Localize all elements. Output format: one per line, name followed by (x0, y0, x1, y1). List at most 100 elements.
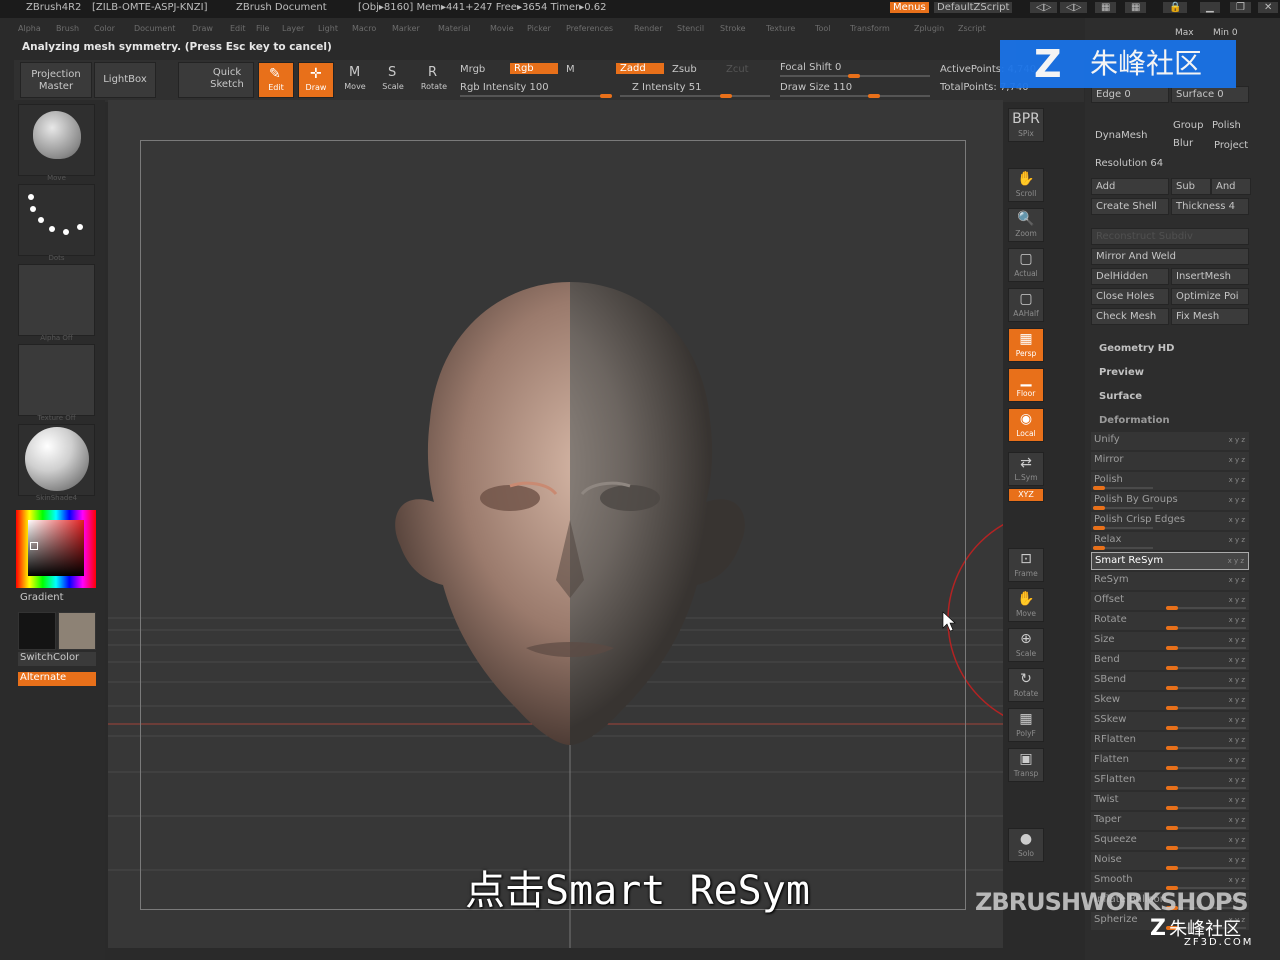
preview-section[interactable]: Preview (1099, 367, 1144, 378)
deform-flatten[interactable]: Flatten x y z (1091, 752, 1249, 770)
secondary-color-swatch[interactable] (58, 612, 96, 650)
axis-toggle-icon[interactable]: x y z (1229, 752, 1245, 768)
menu-color[interactable]: Color (94, 24, 115, 33)
deform-unify[interactable]: Unify x y z (1091, 432, 1249, 450)
tool-scroll-button[interactable]: ✋ Scroll (1008, 168, 1044, 202)
axis-toggle-icon[interactable]: x y z (1228, 553, 1244, 569)
menu-document[interactable]: Document (134, 24, 175, 33)
move-mode-button[interactable]: M Move (338, 62, 372, 98)
deform-mirror[interactable]: Mirror x y z (1091, 452, 1249, 470)
edge-slider[interactable]: Edge 0 (1091, 86, 1169, 103)
rotate-mode-button[interactable]: R Rotate (416, 62, 452, 98)
primary-color-swatch[interactable] (18, 612, 56, 650)
surface-section[interactable]: Surface (1099, 391, 1142, 402)
lock-icon[interactable]: 🔒 (1163, 2, 1188, 13)
axis-toggle-icon[interactable]: x y z (1229, 792, 1245, 808)
deform-rotate[interactable]: Rotate x y z (1091, 612, 1249, 630)
tool-move-button[interactable]: ✋ Move (1008, 588, 1044, 622)
menu-picker[interactable]: Picker (527, 24, 551, 33)
menu-preferences[interactable]: Preferences (566, 24, 613, 33)
alternate-button[interactable]: Alternate (18, 672, 96, 686)
axis-toggle-icon[interactable]: x y z (1229, 672, 1245, 688)
axis-toggle-icon[interactable]: x y z (1229, 652, 1245, 668)
project-button[interactable]: Project (1214, 140, 1248, 151)
menu-zscript[interactable]: Zscript (958, 24, 986, 33)
mrgb-button[interactable]: Mrgb (460, 64, 485, 75)
deform-bend[interactable]: Bend x y z (1091, 652, 1249, 670)
tool-scale-button[interactable]: ⊕ Scale (1008, 628, 1044, 662)
tool-qxyz-button[interactable]: XYZ (1008, 488, 1044, 502)
axis-toggle-icon[interactable]: x y z (1229, 532, 1245, 548)
deform-polish-crisp-edges[interactable]: Polish Crisp Edges x y z (1091, 512, 1249, 530)
mirror-and-weld-button[interactable]: Mirror And Weld (1091, 248, 1249, 265)
deform-slider[interactable] (1093, 546, 1153, 550)
deform-resym[interactable]: ReSym x y z (1091, 572, 1249, 590)
axis-toggle-icon[interactable]: x y z (1229, 512, 1245, 528)
axis-toggle-icon[interactable]: x y z (1229, 472, 1245, 488)
axis-toggle-icon[interactable]: x y z (1229, 712, 1245, 728)
deform-sskew[interactable]: SSkew x y z (1091, 712, 1249, 730)
axis-toggle-icon[interactable]: x y z (1229, 812, 1245, 828)
thickness-slider[interactable]: Thickness 4 (1171, 198, 1249, 215)
close-icon[interactable]: ✕ (1258, 2, 1279, 13)
minimize-icon[interactable]: ▁ (1200, 2, 1220, 13)
m-button[interactable]: M (566, 64, 575, 75)
menu-marker[interactable]: Marker (392, 24, 420, 33)
axis-toggle-icon[interactable]: x y z (1229, 632, 1245, 648)
tool-transp-button[interactable]: ▣ Transp (1008, 748, 1044, 782)
blur-slider[interactable]: Blur (1173, 138, 1193, 149)
quick-sketch-button[interactable]: Quick Sketch (178, 62, 254, 98)
layout-icon-2[interactable]: ◁▷ (1060, 2, 1088, 13)
menus-button[interactable]: Menus (890, 2, 929, 13)
lightbox-button[interactable]: LightBox (94, 62, 156, 98)
optimize-points-button[interactable]: Optimize Poi (1171, 288, 1249, 305)
deform-smart-resym[interactable]: Smart ReSym x y z (1091, 552, 1249, 570)
tool-persp-button[interactable]: ▦ Persp (1008, 328, 1044, 362)
menu-draw[interactable]: Draw (192, 24, 213, 33)
tool-rotate-button[interactable]: ↻ Rotate (1008, 668, 1044, 702)
axis-toggle-icon[interactable]: x y z (1229, 612, 1245, 628)
draw-button[interactable]: ✛ Draw (298, 62, 334, 98)
deform-noise[interactable]: Noise x y z (1091, 852, 1249, 870)
zsub-button[interactable]: Zsub (672, 64, 697, 75)
scale-mode-button[interactable]: S Scale (376, 62, 410, 98)
stroke-thumbnail[interactable] (18, 184, 95, 256)
deform-slider[interactable] (1093, 506, 1153, 510)
tool-actual-button[interactable]: ▢ Actual (1008, 248, 1044, 282)
color-picker[interactable] (16, 510, 96, 588)
restore-icon[interactable]: ❐ (1230, 2, 1251, 13)
deform-slider[interactable] (1093, 486, 1153, 490)
palette-icon[interactable]: ▦ (1095, 2, 1117, 13)
rgb-intensity-label[interactable]: Rgb Intensity 100 (460, 82, 549, 93)
deform-squeeze[interactable]: Squeeze x y z (1091, 832, 1249, 850)
deform-taper[interactable]: Taper x y z (1091, 812, 1249, 830)
geometry-hd-section[interactable]: Geometry HD (1099, 343, 1174, 354)
add-button[interactable]: Add (1091, 178, 1169, 195)
deform-size[interactable]: Size x y z (1091, 632, 1249, 650)
switchcolor-button[interactable]: SwitchColor (18, 652, 96, 666)
texture-thumbnail[interactable] (18, 344, 95, 416)
deform-polish-by-groups[interactable]: Polish By Groups x y z (1091, 492, 1249, 510)
script-button[interactable]: DefaultZScript (934, 2, 1013, 13)
brush-thumbnail[interactable] (18, 104, 95, 176)
menu-tool[interactable]: Tool (815, 24, 831, 33)
z-intensity-slider[interactable] (620, 94, 770, 98)
close-holes-button[interactable]: Close Holes (1091, 288, 1169, 305)
tool-aahalf-button[interactable]: ▢ AAHalf (1008, 288, 1044, 322)
draw-size-slider[interactable] (780, 94, 930, 98)
axis-toggle-icon[interactable]: x y z (1229, 492, 1245, 508)
tool-frame-button[interactable]: ⊡ Frame (1008, 548, 1044, 582)
axis-toggle-icon[interactable]: x y z (1229, 772, 1245, 788)
focal-shift-slider[interactable] (780, 74, 930, 78)
zadd-button[interactable]: Zadd (616, 63, 664, 74)
create-shell-button[interactable]: Create Shell (1091, 198, 1169, 215)
deform-rflatten[interactable]: RFlatten x y z (1091, 732, 1249, 750)
polish-button[interactable]: Polish (1212, 120, 1241, 131)
rgb-intensity-slider[interactable] (460, 94, 612, 98)
material-thumbnail[interactable] (18, 424, 95, 496)
deform-relax[interactable]: Relax x y z (1091, 532, 1249, 550)
deform-polish[interactable]: Polish x y z (1091, 472, 1249, 490)
deform-slider[interactable] (1093, 526, 1153, 530)
layout-icon[interactable]: ◁▷ (1030, 2, 1058, 13)
check-mesh-button[interactable]: Check Mesh (1091, 308, 1169, 325)
